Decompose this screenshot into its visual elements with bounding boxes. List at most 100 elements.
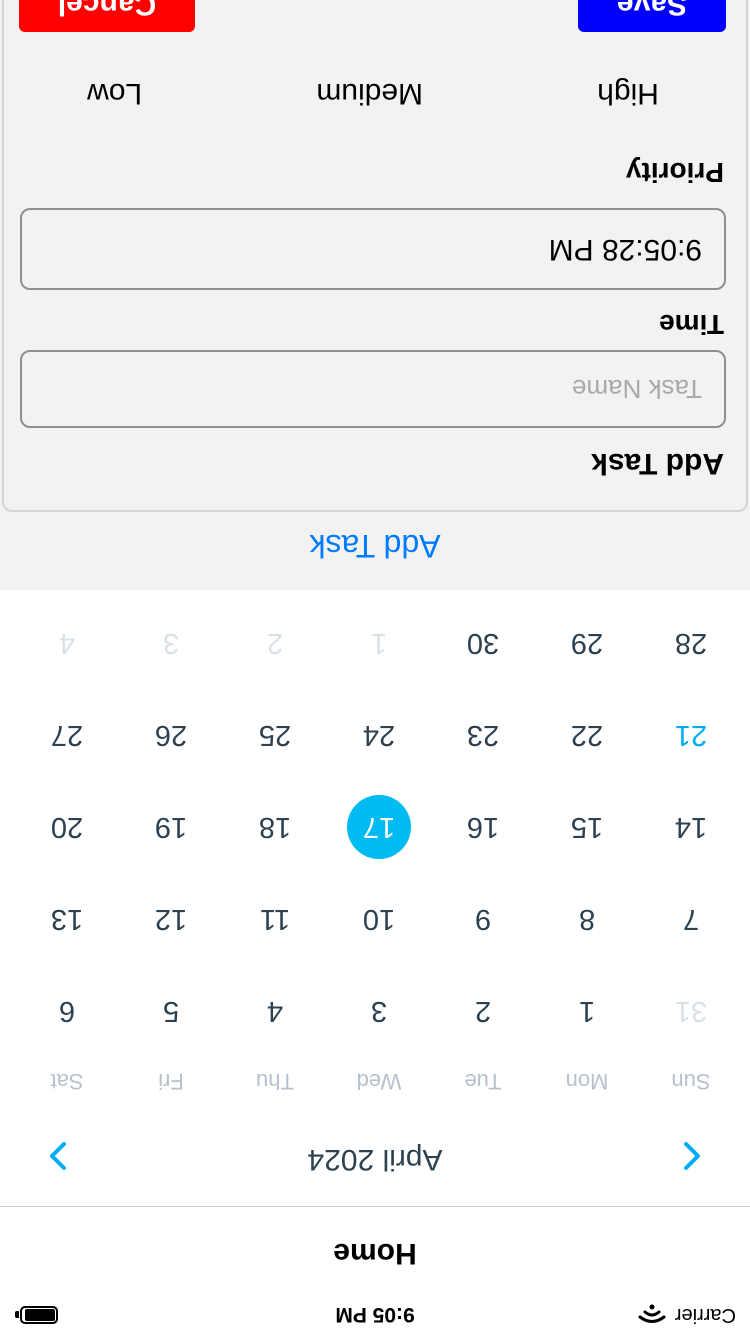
- time-picker-field[interactable]: 9:05:28 PM: [20, 208, 726, 290]
- calendar-day[interactable]: 15: [535, 781, 639, 873]
- calendar-day-number: 20: [50, 811, 84, 844]
- calendar-day-number: 9: [474, 903, 492, 936]
- chevron-right-icon[interactable]: [38, 1136, 78, 1176]
- calendar-day[interactable]: 8: [535, 873, 639, 965]
- calendar-day[interactable]: 26: [119, 689, 223, 781]
- calendar-day-number: 25: [258, 719, 292, 752]
- calendar-day-number: 16: [466, 811, 500, 844]
- calendar-day-number: 4: [266, 995, 284, 1028]
- weekday-label: Wed: [356, 1069, 402, 1094]
- cancel-button[interactable]: Cancel: [19, 0, 195, 32]
- calendar-day[interactable]: 25: [223, 689, 327, 781]
- weekday-label: Tue: [464, 1069, 502, 1094]
- calendar-day-number: 17: [347, 795, 411, 859]
- calendar-day-number: 5: [162, 995, 180, 1028]
- calendar-day[interactable]: 21: [639, 689, 743, 781]
- calendar-month-label: April 2024: [307, 1143, 443, 1176]
- task-name-input[interactable]: [20, 350, 726, 428]
- calendar-day-number: 2: [266, 627, 284, 660]
- calendar-day-number: 28: [674, 627, 708, 660]
- calendar-day-number: 30: [466, 627, 500, 660]
- calendar-day[interactable]: 7: [639, 873, 743, 965]
- calendar-day-number: 12: [154, 903, 188, 936]
- app-screen: Carrier 9:05 PM Home April 2024 Sun Mon …: [0, 0, 750, 1334]
- calendar-day[interactable]: 20: [15, 781, 119, 873]
- calendar-day-number: 29: [570, 627, 604, 660]
- weekday-label: Fri: [158, 1069, 184, 1094]
- calendar-day: 2: [223, 597, 327, 689]
- calendar-day-number: 3: [162, 627, 180, 660]
- calendar-day[interactable]: 24: [327, 689, 431, 781]
- calendar-day[interactable]: 28: [639, 597, 743, 689]
- calendar-day-number: 8: [578, 903, 596, 936]
- priority-high-option[interactable]: High: [567, 76, 689, 110]
- priority-low-option[interactable]: Low: [57, 76, 172, 110]
- add-task-link[interactable]: Add Task: [0, 527, 750, 564]
- calendar-day-number: 19: [154, 811, 188, 844]
- navigation-bar: Home: [0, 1206, 750, 1294]
- add-task-section: Add Task Add Task Time 9:05:28 PM Priori…: [0, 0, 750, 590]
- time-label: Time: [659, 309, 724, 340]
- calendar-days-grid: 31 1 2 3 4 5 6 7 8 9 10 11 12 13 14 15 16 17 18 19 20 21 22 23 2…: [0, 597, 750, 1057]
- battery-icon: [14, 1304, 58, 1324]
- calendar-day[interactable]: 22: [535, 689, 639, 781]
- calendar-day-number: 26: [154, 719, 188, 752]
- calendar-day-number: 13: [50, 903, 84, 936]
- calendar-day-number: 15: [570, 811, 604, 844]
- calendar-day[interactable]: 19: [119, 781, 223, 873]
- calendar-day: 3: [119, 597, 223, 689]
- calendar-day: 31: [639, 965, 743, 1057]
- calendar-day-number: 23: [466, 719, 500, 752]
- calendar-day[interactable]: 1: [535, 965, 639, 1057]
- calendar-day: 1: [327, 597, 431, 689]
- status-time: 9:05 PM: [335, 1303, 415, 1326]
- calendar-day[interactable]: 14: [639, 781, 743, 873]
- calendar-day-number: 27: [50, 719, 84, 752]
- calendar-day-number: 18: [258, 811, 292, 844]
- calendar-day-number: 6: [58, 995, 76, 1028]
- calendar-day[interactable]: 6: [15, 965, 119, 1057]
- calendar-day[interactable]: 12: [119, 873, 223, 965]
- weekday-label: Sat: [50, 1069, 84, 1094]
- weekday-label: Thu: [256, 1069, 294, 1094]
- calendar-day[interactable]: 3: [327, 965, 431, 1057]
- calendar-day[interactable]: 4: [223, 965, 327, 1057]
- calendar-day-number: 7: [682, 903, 700, 936]
- calendar-day-number: 4: [58, 627, 76, 660]
- form-title: Add Task: [591, 447, 724, 480]
- calendar-day[interactable]: 5: [119, 965, 223, 1057]
- calendar-day[interactable]: 30: [431, 597, 535, 689]
- weekday-header: Sun Mon Tue Wed Thu Fri Sat: [0, 1056, 750, 1106]
- calendar-day[interactable]: 9: [431, 873, 535, 965]
- save-button[interactable]: Save: [578, 0, 726, 32]
- calendar-day-number: 1: [370, 627, 388, 660]
- calendar-day[interactable]: 18: [223, 781, 327, 873]
- calendar-day[interactable]: 11: [223, 873, 327, 965]
- weekday-label: Sun: [671, 1069, 711, 1094]
- add-task-form: Add Task Time 9:05:28 PM Priority High M…: [2, 0, 748, 512]
- calendar-day[interactable]: 23: [431, 689, 535, 781]
- calendar-day-number: 21: [674, 719, 708, 752]
- priority-medium-option[interactable]: Medium: [286, 76, 453, 110]
- calendar-day-selected[interactable]: 17: [327, 781, 431, 873]
- calendar-day-number: 22: [570, 719, 604, 752]
- calendar-day[interactable]: 16: [431, 781, 535, 873]
- calendar: April 2024 Sun Mon Tue Wed Thu Fri Sat 31 1 2 3 4 5…: [0, 590, 750, 1206]
- calendar-day-number: 14: [674, 811, 708, 844]
- calendar-day: 4: [15, 597, 119, 689]
- calendar-day[interactable]: 10: [327, 873, 431, 965]
- page-title: Home: [333, 1237, 417, 1270]
- weekday-label: Mon: [565, 1069, 609, 1094]
- priority-label: Priority: [625, 157, 724, 188]
- status-bar: Carrier 9:05 PM: [0, 1294, 750, 1334]
- calendar-day[interactable]: 29: [535, 597, 639, 689]
- priority-options: High Medium Low: [0, 76, 746, 110]
- calendar-header: April 2024: [0, 1106, 750, 1206]
- calendar-day-number: 11: [259, 903, 291, 936]
- calendar-day-number: 2: [474, 995, 492, 1028]
- calendar-day[interactable]: 13: [15, 873, 119, 965]
- calendar-day-number: 1: [578, 995, 596, 1028]
- calendar-day[interactable]: 27: [15, 689, 119, 781]
- calendar-day-number: 24: [362, 719, 396, 752]
- calendar-day[interactable]: 2: [431, 965, 535, 1057]
